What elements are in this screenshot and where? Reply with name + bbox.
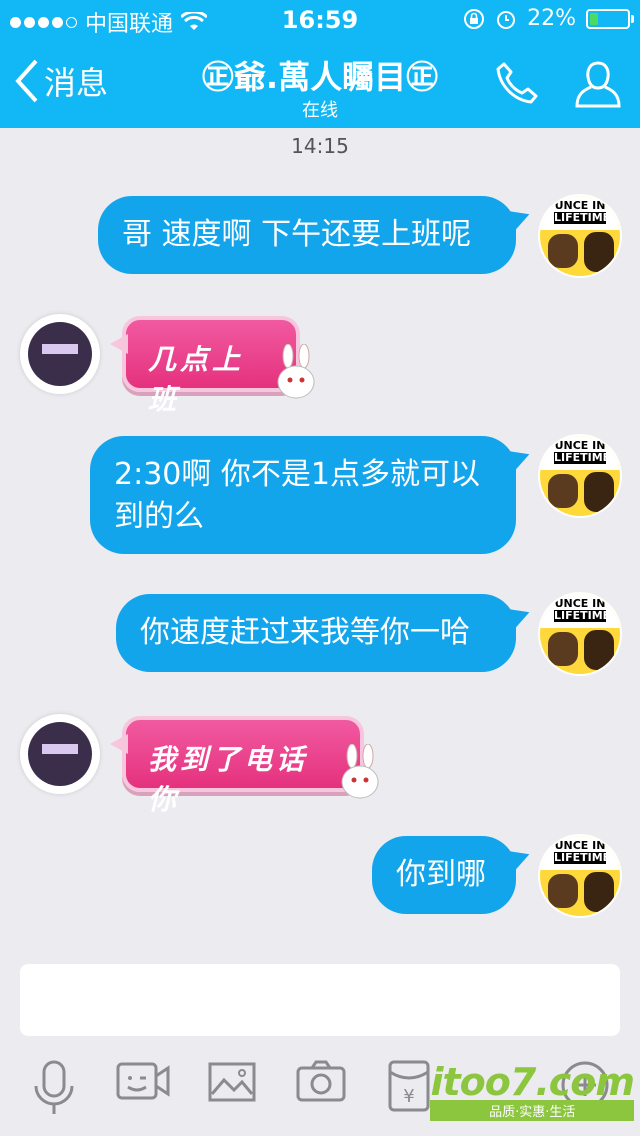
- face-girl: [584, 872, 614, 912]
- phone-icon[interactable]: [494, 60, 540, 106]
- outgoing-message-bubble[interactable]: 2:30啊 你不是1点多就可以到的么: [90, 436, 534, 554]
- face-girl: [584, 232, 614, 272]
- red-packet-icon[interactable]: ¥: [388, 1060, 430, 1112]
- face-girl: [584, 472, 614, 512]
- watermark-logo: itoo7.com 品质·实惠·生活: [430, 1060, 635, 1121]
- message-text: 你速度赶过来我等你一哈: [140, 615, 470, 650]
- battery-percent: 22%: [527, 6, 576, 31]
- avatar-text-line: LIFETIME: [554, 609, 611, 622]
- message-timestamp: 14:15: [291, 134, 349, 158]
- avatar-image: [28, 722, 92, 786]
- avatar-text-line: LIFETIME: [554, 851, 611, 864]
- avatar-stripe: [42, 344, 78, 354]
- profile-icon[interactable]: [574, 60, 622, 110]
- outgoing-message-bubble[interactable]: 你速度赶过来我等你一哈: [116, 594, 534, 672]
- outgoing-message-bubble[interactable]: 你到哪: [372, 836, 534, 914]
- message-text: 几点上班: [148, 343, 245, 416]
- status-bar: 中国联通 16:59 22%: [0, 0, 640, 40]
- incoming-message-bubble[interactable]: 我到了电话你: [110, 716, 364, 816]
- avatar-image: [28, 322, 92, 386]
- nav-bar: 消息 ㊣爺.萬人矚目㊣ 在线: [0, 40, 640, 128]
- bunny-sticker-icon: [277, 344, 315, 399]
- face-boy: [548, 632, 578, 666]
- contact-avatar[interactable]: [20, 714, 100, 794]
- face-boy: [548, 234, 578, 268]
- contact-status: 在线: [302, 100, 338, 121]
- avatar-text-line: LIFETIME: [554, 451, 611, 464]
- my-avatar[interactable]: UNCE IN LIFETIME: [540, 594, 620, 674]
- my-avatar[interactable]: UNCE IN LIFETIME: [540, 436, 620, 516]
- message-text: 我到了电话你: [148, 743, 309, 816]
- rotation-lock-icon: [464, 8, 485, 29]
- camera-icon[interactable]: [296, 1060, 346, 1104]
- image-icon[interactable]: [208, 1060, 256, 1104]
- watermark-text: itoo7.com: [430, 1060, 635, 1104]
- message-text: 你到哪: [396, 857, 486, 892]
- battery-icon: [586, 8, 634, 29]
- message-input[interactable]: [20, 964, 620, 1036]
- outgoing-message-bubble[interactable]: 哥 速度啊 下午还要上班呢: [98, 196, 534, 274]
- svg-text:¥: ¥: [403, 1086, 414, 1107]
- message-text: 2:30啊 你不是1点多就可以到的么: [114, 457, 480, 534]
- my-avatar[interactable]: UNCE IN LIFETIME: [540, 836, 620, 916]
- bunny-sticker-icon: [341, 744, 379, 799]
- face-boy: [548, 474, 578, 508]
- video-call-icon[interactable]: [116, 1060, 170, 1104]
- microphone-icon[interactable]: [32, 1060, 76, 1118]
- status-right: 22%: [463, 6, 634, 31]
- face-boy: [548, 874, 578, 908]
- my-avatar[interactable]: UNCE IN LIFETIME: [540, 196, 620, 276]
- avatar-stripe: [42, 744, 78, 754]
- contact-name: ㊣爺.萬人矚目㊣: [201, 58, 439, 96]
- message-text: 哥 速度啊 下午还要上班呢: [122, 217, 472, 252]
- contact-avatar[interactable]: [20, 314, 100, 394]
- face-girl: [584, 630, 614, 670]
- avatar-text-line: LIFETIME: [554, 211, 611, 224]
- alarm-icon: [497, 10, 516, 29]
